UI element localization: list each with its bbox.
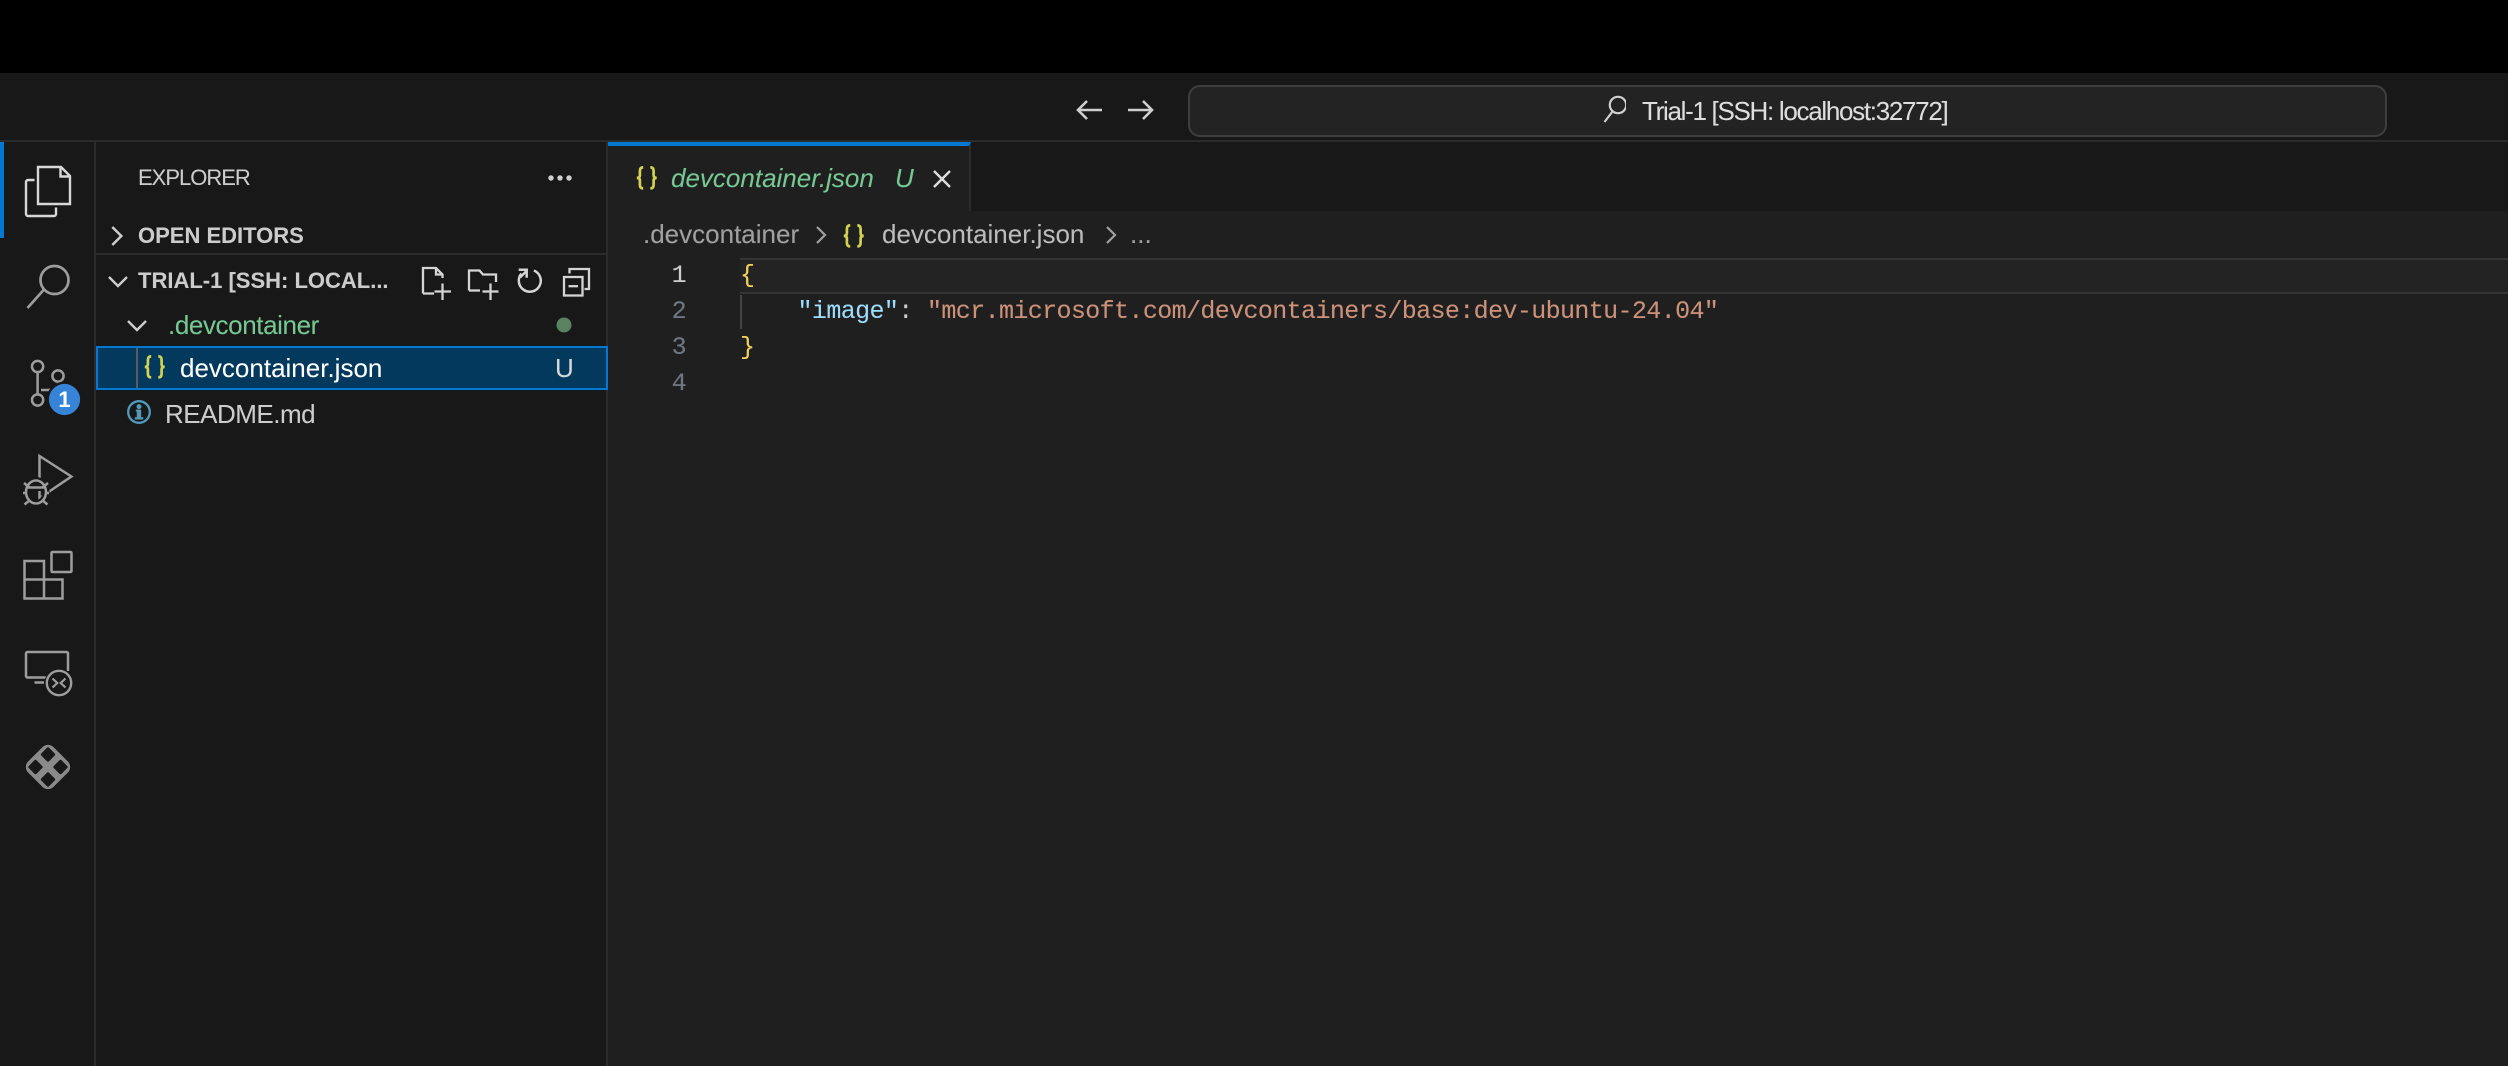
svg-text:1: 1 <box>58 387 70 412</box>
